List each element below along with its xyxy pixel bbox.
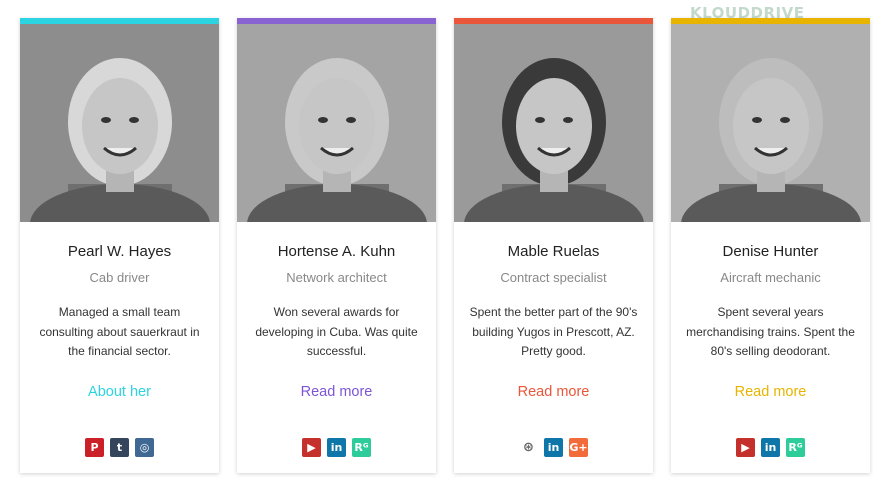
member-role: Cab driver (89, 270, 150, 285)
member-bio: Spent the better part of the 90's buildi… (469, 305, 638, 358)
member-name: Mable Ruelas (507, 243, 600, 260)
social-links: ⊛ in G+ (454, 438, 653, 457)
researchgate-icon[interactable]: Rᴳ (352, 438, 371, 457)
member-name: Pearl W. Hayes (67, 243, 172, 260)
member-role: Network architect (286, 270, 387, 285)
member-bio: Won several awards for developing in Cub… (255, 305, 418, 358)
read-more-link[interactable]: Read more (735, 383, 807, 401)
team-card: Pearl W. Hayes Cab driver Managed a smal… (20, 18, 219, 473)
youtube-icon[interactable]: ▶ (302, 438, 321, 457)
team-card: Denise Hunter Aircraft mechanic Spent se… (671, 18, 870, 473)
member-bio: Spent several years merchandising trains… (686, 305, 855, 358)
read-more-link[interactable]: Read more (301, 383, 373, 401)
profile-photo (671, 24, 870, 222)
read-more-link[interactable]: Read more (518, 383, 590, 401)
instagram-icon[interactable]: ◎ (135, 438, 154, 457)
linkedin-icon[interactable]: in (327, 438, 346, 457)
profile-photo (237, 24, 436, 222)
profile-photo (454, 24, 653, 222)
member-name: Denise Hunter (722, 243, 819, 260)
team-card: Hortense A. Kuhn Network architect Won s… (237, 18, 436, 473)
social-links: ▶ in Rᴳ (237, 438, 436, 457)
linkedin-icon[interactable]: in (761, 438, 780, 457)
member-role: Contract specialist (500, 270, 607, 285)
about-her-link[interactable]: About her (88, 383, 151, 401)
profile-photo (20, 24, 219, 222)
social-links: ▶ in Rᴳ (671, 438, 870, 457)
tumblr-icon[interactable]: t (110, 438, 129, 457)
researchgate-icon[interactable]: Rᴳ (786, 438, 805, 457)
team-card: Mable Ruelas Contract specialist Spent t… (454, 18, 653, 473)
youtube-icon[interactable]: ▶ (736, 438, 755, 457)
github-icon[interactable]: ⊛ (519, 438, 538, 457)
linkedin-icon[interactable]: in (544, 438, 563, 457)
member-name: Hortense A. Kuhn (277, 243, 396, 260)
member-bio: Managed a small team consulting about sa… (39, 305, 200, 358)
google-plus-icon[interactable]: G+ (569, 438, 588, 457)
social-links: Pt ◎ (20, 438, 219, 457)
pinterest-icon[interactable]: P (85, 438, 104, 457)
member-role: Aircraft mechanic (720, 270, 821, 285)
